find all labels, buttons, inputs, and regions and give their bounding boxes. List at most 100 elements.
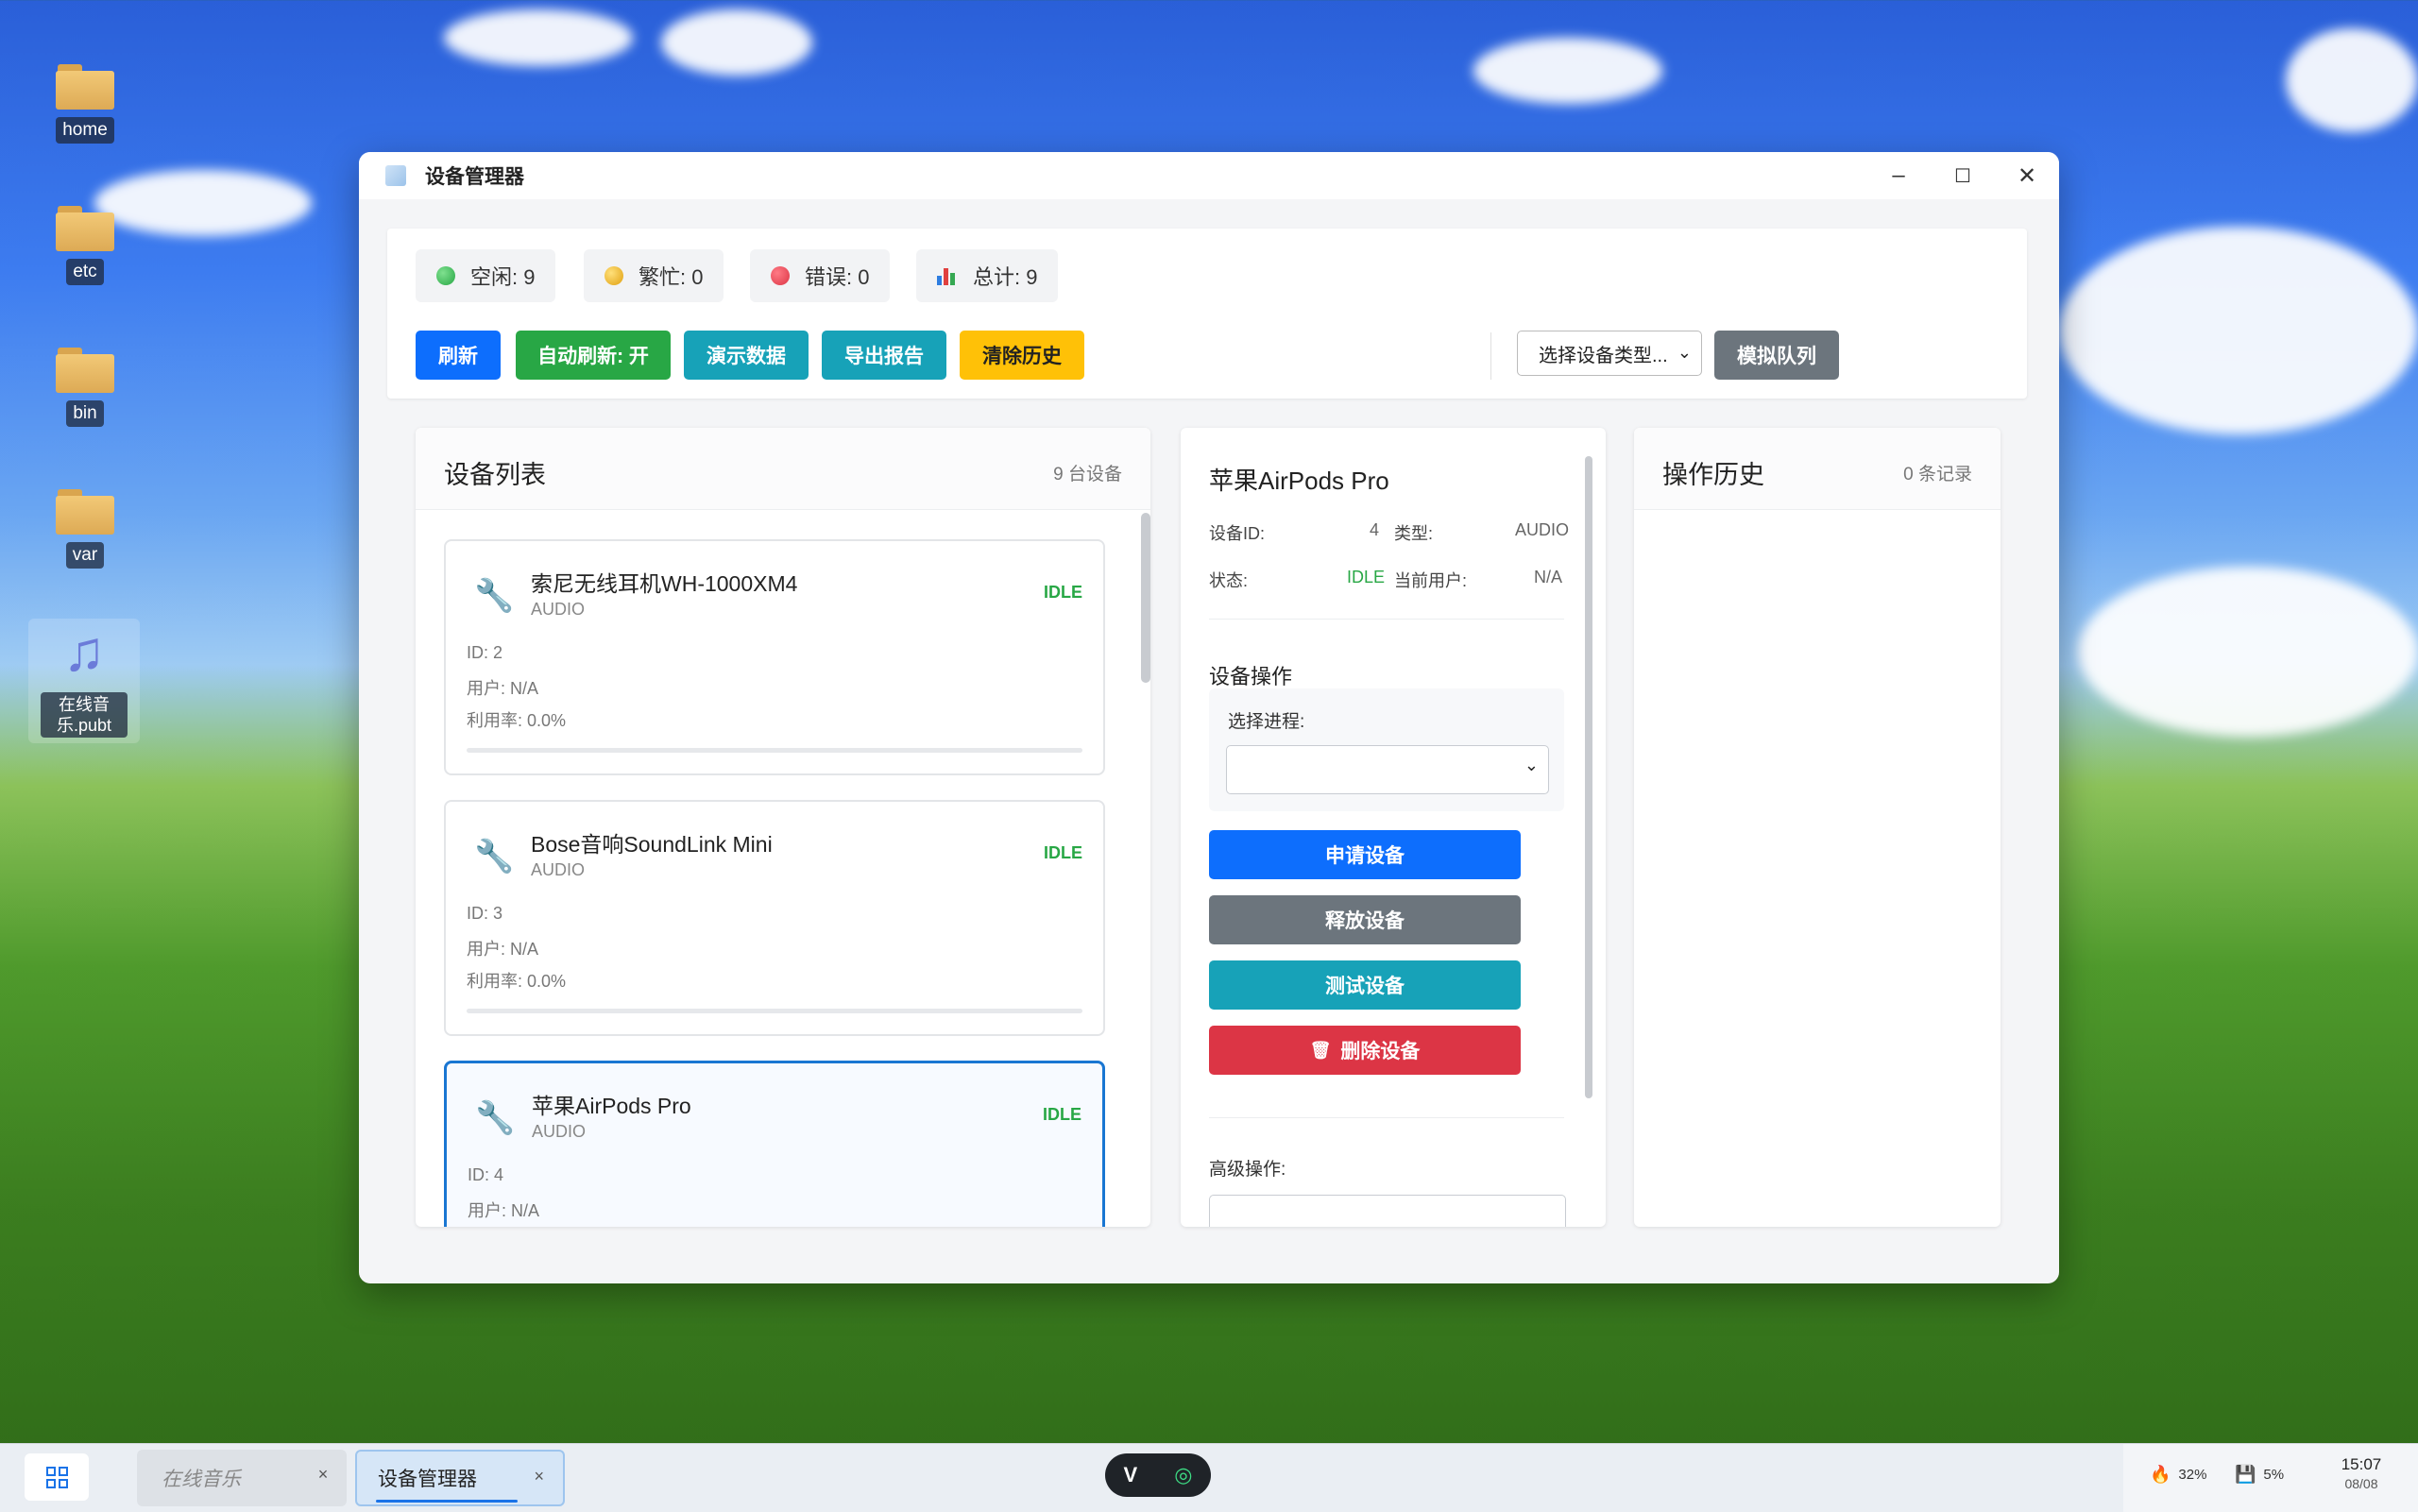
device-list-panel: 设备列表 9 台设备 🔧 索尼无线耳机WH-1000XM4 AUDIO IDLE… (416, 428, 1150, 1227)
stat-idle-text: 空闲: 9 (470, 265, 536, 289)
history-title: 操作历史 (1662, 461, 1764, 489)
device-status: IDLE (1043, 843, 1082, 862)
folder-icon (56, 206, 114, 251)
test-device-button[interactable]: 测试设备 (1209, 960, 1521, 1010)
music-note-icon: ♫ (62, 620, 106, 683)
taskbar-item-music[interactable]: 在线音乐 × (137, 1450, 347, 1506)
stat-error: 错误: 0 (750, 249, 891, 302)
device-card[interactable]: 🔧 Bose音响SoundLink Mini AUDIO IDLE ID: 3 … (444, 800, 1105, 1036)
taskbar-item-device-manager[interactable]: 设备管理器 × (355, 1450, 565, 1506)
close-icon[interactable]: × (534, 1467, 544, 1487)
desktop-icon-label: bin (66, 400, 104, 427)
stat-busy-text: 繁忙: 0 (639, 265, 704, 289)
grid-icon (45, 1466, 68, 1488)
quick-launch-pill[interactable]: V ◎ (1105, 1453, 1211, 1497)
stat-idle: 空闲: 9 (416, 249, 556, 302)
request-device-button[interactable]: 申请设备 (1209, 830, 1521, 879)
detail-type-label: 类型: (1394, 524, 1434, 543)
close-icon[interactable]: × (317, 1465, 328, 1485)
folder-icon (56, 64, 114, 110)
system-tray: 🔥 32% 💾 5% 15:07 08/08 (2123, 1444, 2418, 1512)
active-indicator (376, 1500, 518, 1503)
app-icon (385, 165, 406, 186)
device-user: 用户: N/A (467, 940, 539, 959)
device-status: IDLE (1043, 583, 1082, 602)
detail-type-value: AUDIO (1515, 520, 1570, 539)
folder-icon (56, 489, 114, 535)
detail-divider (1209, 619, 1564, 620)
clear-history-button[interactable]: 清除历史 (960, 331, 1084, 380)
desktop-icon-label: 在线音乐.pubt (41, 692, 128, 738)
utilization-bar (467, 1009, 1082, 1013)
cloud (94, 170, 312, 236)
cloud (444, 9, 633, 66)
delete-device-button[interactable]: 🗑 删除设备 (1209, 1026, 1521, 1075)
memory-indicator[interactable]: 💾 5% (2235, 1465, 2284, 1485)
refresh-button[interactable]: 刷新 (416, 331, 501, 380)
simulate-queue-button[interactable]: 模拟队列 (1714, 331, 1839, 380)
stat-total: 总计: 9 (916, 249, 1059, 302)
utilization-bar (467, 748, 1082, 753)
advanced-ops-select[interactable] (1209, 1195, 1566, 1227)
desktop-icon-home[interactable]: home (43, 64, 127, 144)
desktop-icon-etc[interactable]: etc (43, 206, 127, 285)
device-list-scrollbar[interactable] (1141, 513, 1150, 683)
history-header: 操作历史 0 条记录 (1634, 428, 2001, 510)
desktop-icon-music-file[interactable]: ♫ 在线音乐.pubt (28, 619, 140, 743)
history-panel: 操作历史 0 条记录 (1634, 428, 2001, 1227)
device-name: 苹果AirPods Pro (532, 1094, 691, 1118)
toolbar-divider (1490, 332, 1491, 380)
detail-status-label: 状态: (1209, 571, 1249, 590)
desktop-icon-label: etc (66, 259, 104, 285)
demo-data-button[interactable]: 演示数据 (684, 331, 809, 380)
device-utilization: 利用率: 0.0% (467, 711, 567, 730)
export-report-button[interactable]: 导出报告 (822, 331, 946, 380)
device-type: AUDIO (532, 1122, 587, 1141)
history-count: 0 条记录 (1903, 465, 1972, 484)
start-button[interactable] (25, 1453, 89, 1501)
device-id: ID: 3 (467, 904, 503, 923)
taskbar-item-label: 设备管理器 (378, 1469, 477, 1490)
auto-refresh-button[interactable]: 自动刷新: 开 (516, 331, 671, 380)
close-button[interactable]: ✕ (1995, 152, 2059, 199)
cpu-indicator[interactable]: 🔥 32% (2150, 1465, 2206, 1485)
detail-scrollbar[interactable] (1585, 456, 1592, 1098)
device-id: ID: 4 (468, 1165, 504, 1184)
desktop-icon-label: home (56, 117, 114, 144)
clock[interactable]: 15:07 08/08 (2324, 1455, 2399, 1491)
desktop-icon-bin[interactable]: bin (43, 348, 127, 427)
toolbar-panel: 空闲: 9 繁忙: 0 错误: 0 总计: 9 刷新 自动刷新: 开 演示数据 … (387, 229, 2027, 399)
device-list-header: 设备列表 9 台设备 (416, 428, 1150, 510)
device-status: IDLE (1042, 1105, 1081, 1124)
cloud (661, 9, 812, 76)
release-device-button[interactable]: 释放设备 (1209, 895, 1521, 944)
desktop-icon-var[interactable]: var (43, 489, 127, 569)
device-user: 用户: N/A (468, 1201, 540, 1220)
title-bar[interactable]: 设备管理器 – ☐ ✕ (359, 152, 2059, 199)
minimize-button[interactable]: – (1866, 152, 1931, 199)
device-user: 用户: N/A (467, 679, 539, 698)
device-card-selected[interactable]: 🔧 苹果AirPods Pro AUDIO IDLE ID: 4 用户: N/A (444, 1061, 1105, 1227)
wrench-icon: 🔧 (474, 839, 515, 875)
clock-date: 08/08 (2344, 1476, 2378, 1491)
folder-icon (56, 348, 114, 393)
trash-icon: 🗑 (1309, 1040, 1332, 1060)
memory-value: 5% (2263, 1467, 2285, 1483)
device-utilization: 利用率: 0.0% (467, 972, 567, 991)
target-icon[interactable]: ◎ (1174, 1463, 1192, 1487)
advanced-ops-label: 高级操作: (1209, 1160, 1286, 1180)
device-name: 索尼无线耳机WH-1000XM4 (531, 571, 798, 596)
stat-total-text: 总计: 9 (973, 265, 1038, 289)
device-id: ID: 2 (467, 643, 503, 662)
device-detail-panel: 苹果AirPods Pro 设备ID: 4 类型: AUDIO 状态: IDLE… (1181, 428, 1606, 1227)
device-type-select[interactable]: 选择设备类型... ⌄ (1517, 331, 1702, 376)
wrench-icon: 🔧 (475, 1100, 516, 1136)
maximize-button[interactable]: ☐ (1931, 152, 1995, 199)
window-title: 设备管理器 (425, 166, 524, 188)
v-logo-icon[interactable]: V (1124, 1463, 1138, 1487)
detail-device-name: 苹果AirPods Pro (1209, 467, 1389, 495)
process-select[interactable]: ⌄ (1226, 745, 1549, 794)
stat-error-text: 错误: 0 (805, 265, 870, 289)
bar-chart-icon (937, 266, 958, 285)
device-card[interactable]: 🔧 索尼无线耳机WH-1000XM4 AUDIO IDLE ID: 2 用户: … (444, 539, 1105, 775)
